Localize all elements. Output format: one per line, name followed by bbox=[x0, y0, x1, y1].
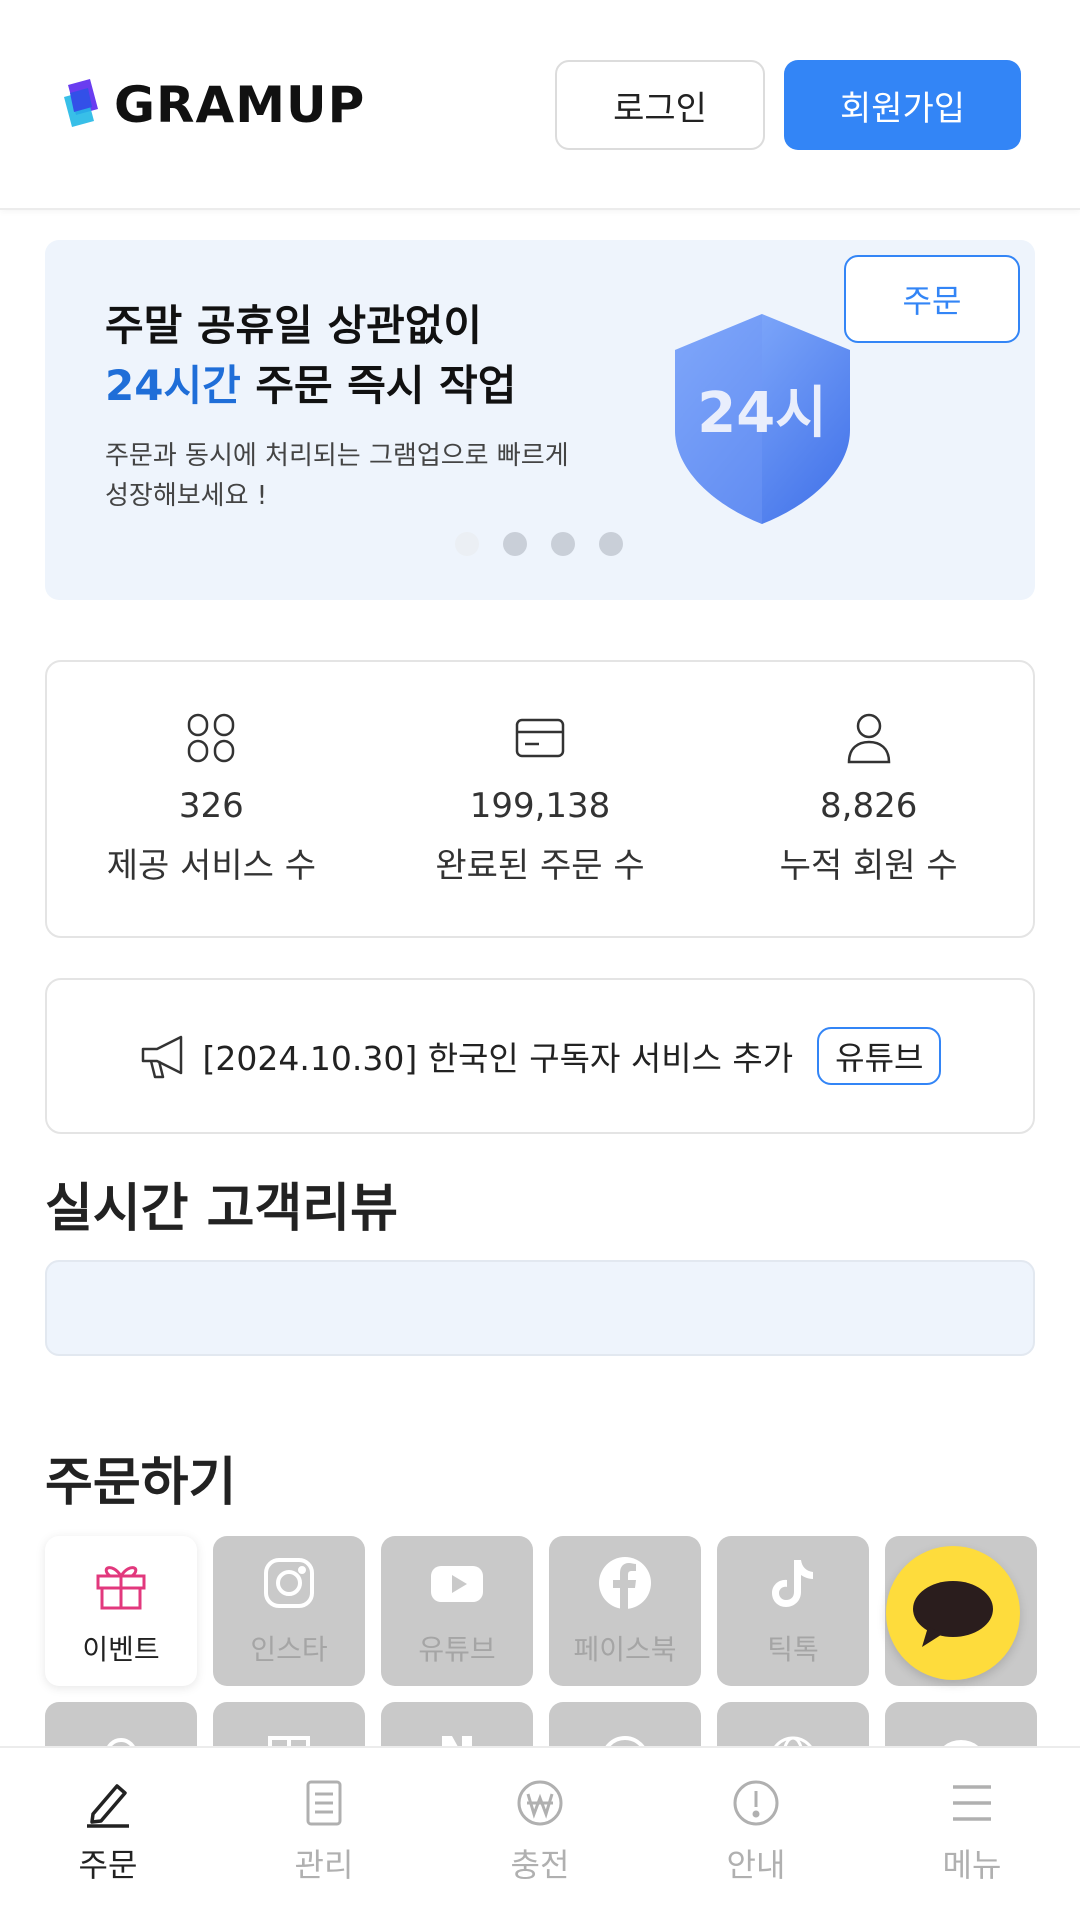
service-tile-facebook[interactable]: 페이스북 bbox=[549, 1536, 701, 1686]
stat-members: 8,826 누적 회원 수 bbox=[704, 662, 1033, 936]
nav-charge[interactable]: 충전 bbox=[432, 1748, 648, 1920]
login-button[interactable]: 로그인 bbox=[555, 60, 765, 150]
nav-order[interactable]: 주문 bbox=[0, 1748, 216, 1920]
nav-label: 충전 bbox=[510, 1846, 570, 1884]
service-label: 인스타 bbox=[250, 1633, 328, 1666]
notice-bar[interactable]: [2024.10.30] 한국인 구독자 서비스 추가 유튜브 bbox=[45, 978, 1035, 1134]
service-label: 틱톡 bbox=[767, 1633, 819, 1666]
chat-bubble-icon bbox=[913, 1581, 993, 1647]
stat-orders: 199,138 완료된 주문 수 bbox=[376, 662, 705, 936]
service-tile-instagram[interactable]: 인스타 bbox=[213, 1536, 365, 1686]
banner-order-button[interactable]: 주문 bbox=[844, 255, 1020, 343]
carousel-dot[interactable] bbox=[599, 532, 623, 556]
reviews-ticker bbox=[45, 1260, 1035, 1356]
stat-value: 326 bbox=[178, 786, 244, 826]
nav-label: 주문 bbox=[78, 1846, 138, 1884]
youtube-icon bbox=[431, 1566, 483, 1602]
stat-label: 완료된 주문 수 bbox=[435, 846, 645, 886]
facebook-icon bbox=[599, 1557, 651, 1609]
signup-button[interactable]: 회원가입 bbox=[784, 60, 1021, 150]
logo[interactable]: GRAMUP bbox=[60, 76, 365, 134]
user-icon bbox=[847, 713, 890, 764]
bottom-nav: 주문 관리 충전 안내 메뉴 bbox=[0, 1746, 1080, 1920]
notice-tag: 유튜브 bbox=[817, 1027, 942, 1085]
banner-headline-rest: 주문 즉시 작업 bbox=[240, 361, 517, 410]
service-tile-youtube[interactable]: 유튜브 bbox=[381, 1536, 533, 1686]
carousel-dot[interactable] bbox=[551, 532, 575, 556]
info-icon bbox=[733, 1780, 779, 1826]
shield-24h-icon: 24시 bbox=[675, 314, 850, 524]
gift-icon bbox=[96, 1566, 146, 1610]
tiktok-icon bbox=[772, 1560, 813, 1607]
won-icon bbox=[517, 1780, 563, 1826]
reviews-title: 실시간 고객리뷰 bbox=[45, 1179, 398, 1239]
nav-manage[interactable]: 관리 bbox=[216, 1748, 432, 1920]
megaphone-icon bbox=[141, 1035, 182, 1079]
logo-text: GRAMUP bbox=[114, 76, 366, 134]
menu-icon bbox=[953, 1785, 991, 1821]
service-label: 이벤트 bbox=[82, 1633, 160, 1666]
pencil-icon bbox=[87, 1784, 129, 1828]
service-tile-tiktok[interactable]: 틱톡 bbox=[717, 1536, 869, 1686]
service-tile-event[interactable]: 이벤트 bbox=[45, 1536, 197, 1686]
grid-icon bbox=[188, 713, 235, 763]
logo-mark-icon bbox=[64, 79, 98, 127]
nav-label: 메뉴 bbox=[942, 1846, 1002, 1884]
carousel-dot[interactable] bbox=[455, 532, 479, 556]
stat-value: 8,826 bbox=[820, 786, 918, 826]
nav-info[interactable]: 안내 bbox=[648, 1748, 864, 1920]
shield-text: 24시 bbox=[697, 381, 826, 446]
nav-label: 안내 bbox=[726, 1846, 786, 1884]
document-icon bbox=[306, 1780, 342, 1826]
banner-headline-1: 주말 공휴일 상관없이 bbox=[105, 301, 483, 350]
carousel-dot[interactable] bbox=[503, 532, 527, 556]
app-header: GRAMUP 로그인 회원가입 bbox=[0, 0, 1080, 210]
card-icon bbox=[515, 718, 565, 758]
notice-text: [2024.10.30] 한국인 구독자 서비스 추가 bbox=[202, 1039, 794, 1078]
carousel-dots bbox=[455, 532, 623, 556]
stats-panel: 326 제공 서비스 수 199,138 완료된 주문 수 8,826 누적 회… bbox=[45, 660, 1035, 938]
banner-headline-accent: 24시간 bbox=[105, 361, 241, 410]
stat-label: 제공 서비스 수 bbox=[106, 846, 316, 886]
instagram-icon bbox=[264, 1558, 314, 1608]
stat-value: 199,138 bbox=[469, 786, 611, 826]
service-label: 페이스북 bbox=[573, 1633, 677, 1666]
nav-label: 관리 bbox=[294, 1846, 354, 1884]
order-title: 주문하기 bbox=[45, 1453, 237, 1513]
nav-menu[interactable]: 메뉴 bbox=[864, 1748, 1080, 1920]
service-label: 유튜브 bbox=[418, 1633, 496, 1666]
stat-services: 326 제공 서비스 수 bbox=[47, 662, 376, 936]
promo-banner[interactable]: 주말 공휴일 상관없이 24시간 주문 즉시 작업 주문과 동시에 처리되는 그… bbox=[45, 240, 1035, 600]
banner-headline-2: 24시간 주문 즉시 작업 bbox=[105, 352, 516, 413]
kakao-chat-button[interactable] bbox=[886, 1546, 1020, 1680]
stat-label: 누적 회원 수 bbox=[779, 846, 958, 886]
banner-subtitle: 주문과 동시에 처리되는 그램업으로 빠르게 성장해보세요 ! bbox=[105, 441, 569, 511]
